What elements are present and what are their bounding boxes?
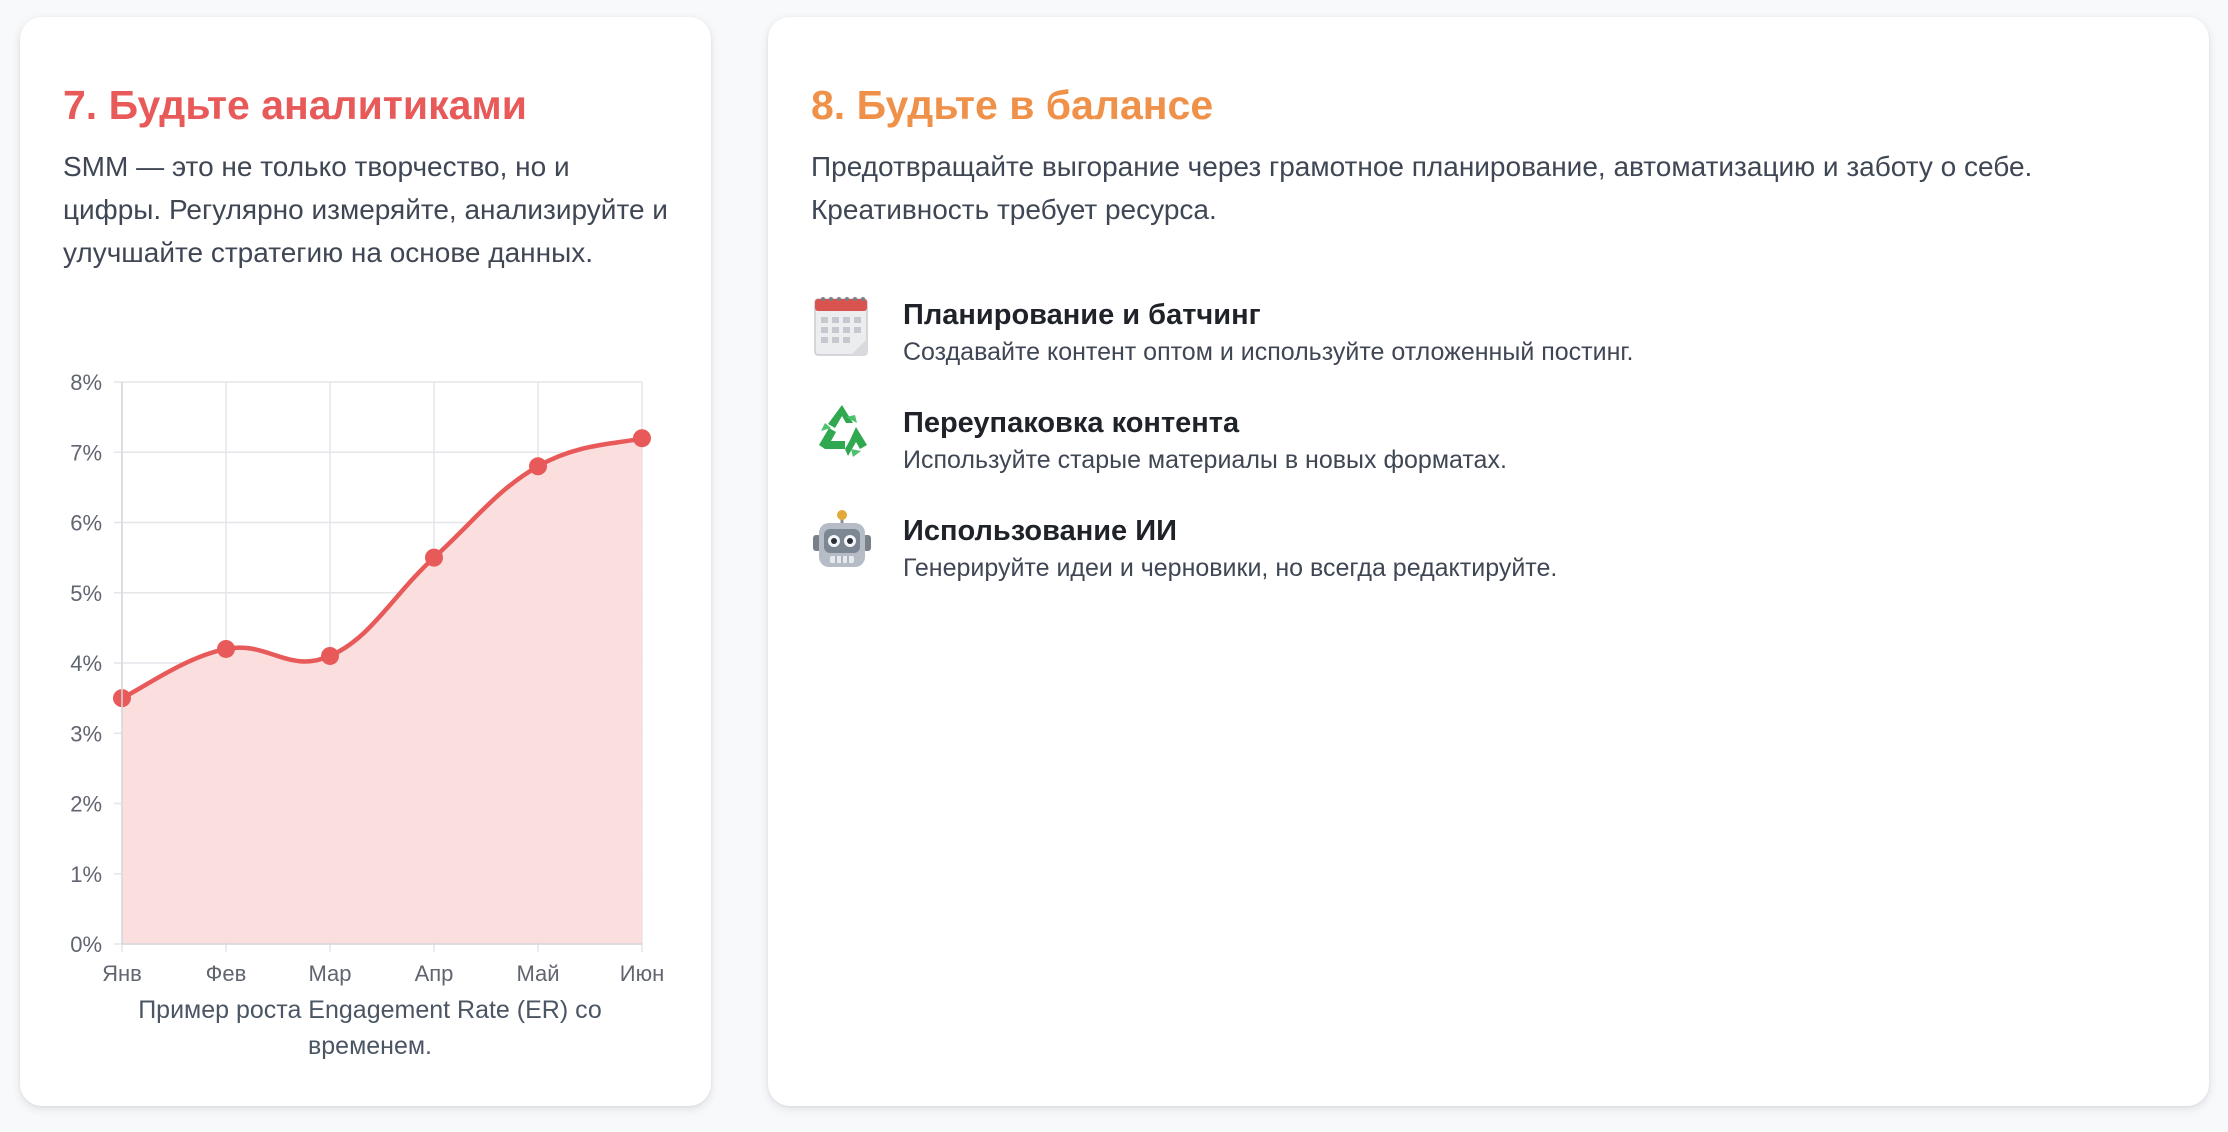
balance-lead: Предотвращайте выгорание через грамотное… (811, 151, 2033, 225)
chart-caption: Пример роста Engagement Rate (ER) со вре… (138, 996, 602, 1060)
x-tick-label: Мар (308, 961, 351, 986)
balance-card: 8. Будьте в балансе Предотвращайте выгор… (768, 17, 2209, 1106)
balance-title: 8. Будьте в балансе (811, 82, 1214, 128)
recycle-icon (811, 401, 875, 465)
y-tick-label: 6% (70, 511, 102, 536)
feature-title-repurpose: Переупаковка контента (903, 407, 1240, 439)
y-tick-label: 1% (70, 862, 102, 887)
analytics-lead: SMM — это не только творчество, но и циф… (63, 151, 668, 268)
er-chart: 0% 1% 2% 3% 4% 5% 6% 7% 8% Янв Фев Мар Апр Май Июн (20, 347, 711, 987)
feature-list: Планирование и батчинг Создавайте контен… (811, 279, 2171, 603)
y-tick-label: 2% (70, 792, 102, 817)
feature-title-planning: Планирование и батчинг (903, 299, 1261, 331)
y-tick-label: 5% (70, 581, 102, 606)
er-point (425, 548, 443, 567)
er-chart-svg: 0% 1% 2% 3% 4% 5% 6% 7% 8% Янв Фев Мар Апр Май Июн (70, 370, 664, 986)
y-tick-label: 0% (70, 932, 102, 957)
feature-item-ai: Использование ИИ Генерируйте идеи и черн… (811, 495, 2171, 603)
feature-desc-planning: Создавайте контент оптом и используйте о… (903, 338, 1634, 366)
y-tick-label: 3% (70, 721, 102, 746)
x-tick-label: Апр (415, 961, 454, 986)
x-tick-label: Июн (620, 961, 664, 986)
feature-desc-repurpose: Используйте старые материалы в новых фор… (903, 446, 1507, 474)
er-area (122, 438, 642, 944)
er-point (529, 457, 547, 476)
analytics-card: 7. Будьте аналитиками SMM — это не тольк… (20, 17, 711, 1106)
x-tick-label: Май (516, 961, 559, 986)
er-point (217, 639, 235, 658)
calendar-icon (811, 293, 875, 357)
x-tick-label: Фев (206, 961, 247, 986)
robot-icon (811, 509, 875, 573)
feature-item-planning: Планирование и батчинг Создавайте контен… (811, 279, 2171, 387)
y-tick-label: 7% (70, 440, 102, 465)
feature-title-ai: Использование ИИ (903, 515, 1177, 547)
feature-item-repurpose: Переупаковка контента Используйте старые… (811, 387, 2171, 495)
feature-desc-ai: Генерируйте идеи и черновики, но всегда … (903, 554, 1558, 582)
y-tick-label: 8% (70, 370, 102, 395)
er-point (321, 646, 339, 665)
analytics-title: 7. Будьте аналитиками (63, 82, 527, 128)
y-tick-label: 4% (70, 651, 102, 676)
x-tick-label: Янв (102, 961, 142, 986)
er-point (633, 429, 651, 448)
